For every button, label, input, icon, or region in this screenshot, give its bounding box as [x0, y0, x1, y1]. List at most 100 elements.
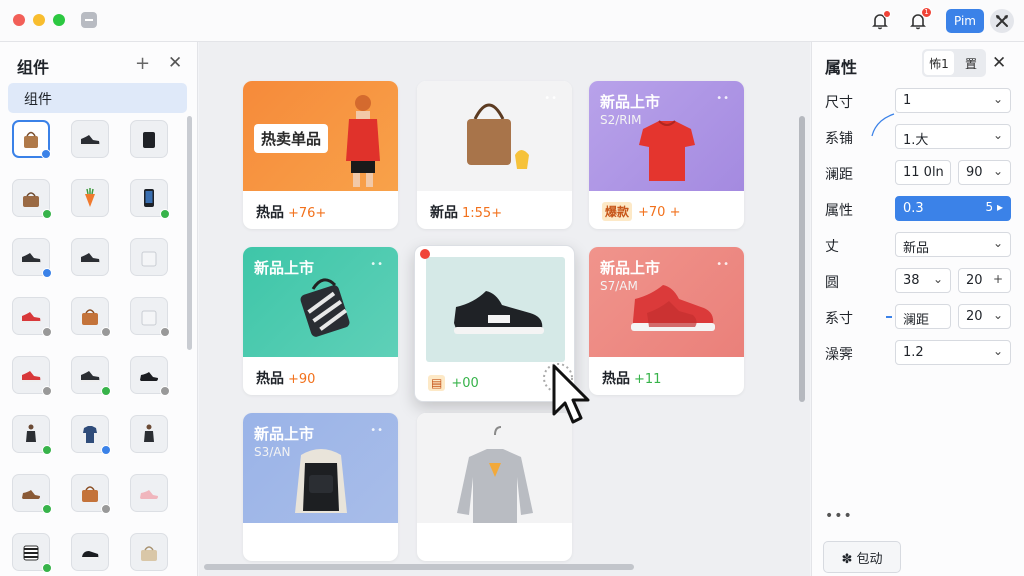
product-card[interactable]: 热卖单品 热品 +76+: [243, 81, 398, 229]
chevron-down-icon[interactable]: ⌄: [993, 92, 1003, 106]
canvas-vertical-scrollbar[interactable]: [799, 116, 805, 402]
property-field[interactable]: 新品 ⌄: [895, 232, 1011, 257]
more-icon[interactable]: ••: [370, 259, 384, 270]
alert-bell-icon[interactable]: 1: [906, 7, 932, 33]
chevron-down-icon[interactable]: +: [993, 272, 1003, 286]
tab-components[interactable]: 组件: [8, 83, 187, 113]
design-canvas[interactable]: 热卖单品 热品 +76+ •• 新品 1:55+ 新品上市 S2/RIM •• 爆款 +70 + 新品…: [199, 42, 810, 576]
apply-button[interactable]: ✽ 包动: [823, 541, 901, 573]
property-field[interactable]: 1.大 ⌄: [895, 124, 1011, 149]
tote-bag-icon: [24, 131, 38, 148]
chevron-down-icon[interactable]: ⌄: [933, 272, 943, 286]
tools-icon[interactable]: [990, 9, 1014, 33]
user-button[interactable]: Pim: [946, 9, 984, 33]
card-label: 热品: [256, 371, 284, 387]
canvas-horizontal-scrollbar[interactable]: [204, 564, 634, 570]
property-field[interactable]: 20 +: [958, 268, 1011, 293]
slipper-icon: [82, 551, 99, 559]
component-tile[interactable]: [130, 297, 170, 337]
component-tile[interactable]: [71, 238, 109, 276]
panel-scrollbar[interactable]: [187, 116, 192, 350]
carrot-icon: [85, 188, 95, 207]
property-field[interactable]: 澜距: [895, 304, 951, 329]
toggle-option[interactable]: 怖1: [924, 51, 954, 75]
property-field[interactable]: 38 ⌄: [895, 268, 951, 293]
close-icon[interactable]: ✕: [168, 53, 182, 73]
property-field[interactable]: 20 ⌄: [958, 304, 1011, 329]
card-title: 新品上市: [600, 93, 661, 111]
component-tile[interactable]: [130, 474, 168, 512]
component-tile[interactable]: [12, 238, 52, 278]
component-tile[interactable]: [71, 474, 111, 514]
notification-dot: [883, 10, 891, 18]
chevron-down-icon[interactable]: ⌄: [993, 308, 1003, 322]
component-tile[interactable]: [71, 356, 111, 396]
component-tile[interactable]: [130, 179, 170, 219]
phone-icon: [144, 189, 154, 207]
chevron-down-icon[interactable]: ⌄: [993, 236, 1003, 250]
beige-bag-icon: [141, 546, 157, 561]
more-icon[interactable]: ••: [716, 259, 730, 270]
person-icon: [26, 424, 36, 442]
property-field[interactable]: 90 ⌄: [958, 160, 1011, 185]
component-tile[interactable]: [12, 533, 52, 573]
product-card[interactable]: 新品上市 •• 热品 +90: [243, 247, 398, 395]
more-icon[interactable]: ••: [370, 425, 384, 436]
card-footer: 热品 +90: [243, 357, 398, 395]
product-card[interactable]: 新品上市 S3/AN ••: [243, 413, 398, 561]
component-tile[interactable]: [71, 120, 109, 158]
add-icon[interactable]: +: [135, 53, 150, 74]
property-label: 系寸: [825, 311, 853, 327]
property-field[interactable]: 11 0ln: [895, 160, 951, 185]
component-tile[interactable]: [12, 474, 52, 514]
maximize-window-button[interactable]: [53, 14, 65, 26]
property-field[interactable]: 1.2 ⌄: [895, 340, 1011, 365]
component-tile[interactable]: [12, 179, 52, 219]
more-icon[interactable]: ••: [716, 93, 730, 104]
product-card[interactable]: 新品上市 S2/RIM •• 爆款 +70 +: [589, 81, 744, 229]
close-icon[interactable]: ✕: [992, 53, 1006, 73]
window-menu-icon[interactable]: [81, 12, 97, 28]
property-field[interactable]: 1 ⌄: [895, 88, 1011, 113]
component-tile[interactable]: [130, 356, 170, 396]
more-icon[interactable]: ••: [544, 93, 558, 104]
component-tile[interactable]: [130, 533, 168, 571]
component-tile[interactable]: [12, 415, 52, 455]
product-card[interactable]: •• 新品 1:55+: [417, 81, 572, 229]
product-card[interactable]: [417, 413, 572, 561]
card-value: +11: [634, 372, 662, 387]
component-tile[interactable]: [12, 120, 51, 159]
panel-title: 组件: [17, 58, 50, 77]
component-tile[interactable]: [130, 120, 168, 158]
component-tile[interactable]: [12, 297, 52, 337]
card-footer: 热品 +76+: [243, 191, 398, 229]
chevron-down-icon[interactable]: ⌄: [993, 344, 1003, 358]
product-card[interactable]: 新品上市 S7/AM •• 热品 +11: [589, 247, 744, 395]
component-tile[interactable]: [130, 238, 168, 276]
view-toggle[interactable]: 怖1 置: [922, 49, 986, 77]
zebra-icon: [23, 545, 39, 561]
chevron-down-icon[interactable]: 5 ▸: [986, 200, 1003, 214]
tile-status-badge: [101, 445, 111, 455]
component-tile[interactable]: [71, 179, 109, 217]
component-tile[interactable]: [71, 415, 111, 455]
more-options-icon[interactable]: •••: [825, 508, 853, 524]
component-tile[interactable]: [130, 415, 168, 453]
minimize-window-button[interactable]: [33, 14, 45, 26]
close-window-button[interactable]: [13, 14, 25, 26]
card-value: +90: [288, 372, 316, 387]
toggle-option[interactable]: 置: [956, 49, 986, 77]
component-tile[interactable]: [71, 533, 109, 571]
black-bag-icon: [143, 132, 155, 148]
notification-count-badge: 1: [921, 7, 932, 18]
chevron-down-icon[interactable]: ⌄: [993, 164, 1003, 178]
card-footer: 热品 +11: [589, 357, 744, 395]
red-sneaker-icon: [22, 371, 41, 382]
property-field[interactable]: 0.3 5 ▸: [895, 196, 1011, 221]
card-title: 新品上市: [600, 259, 661, 277]
card-title: 新品上市: [254, 259, 315, 277]
notification-bell-icon[interactable]: [868, 9, 892, 33]
chevron-down-icon[interactable]: ⌄: [993, 128, 1003, 142]
component-tile[interactable]: [12, 356, 52, 396]
component-tile[interactable]: [71, 297, 111, 337]
